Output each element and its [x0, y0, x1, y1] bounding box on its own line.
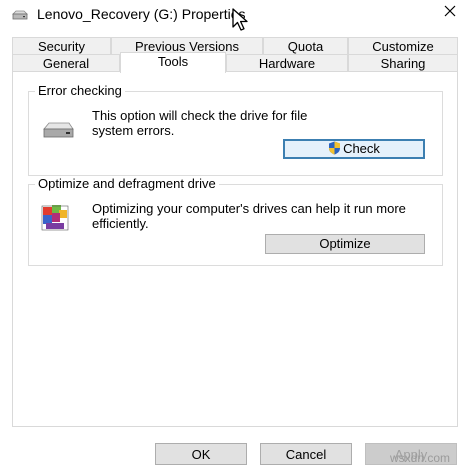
- tab-quota[interactable]: Quota: [263, 37, 348, 54]
- title-bar: Lenovo_Recovery (G:) Properties: [0, 0, 468, 30]
- drive-title-icon: [12, 8, 28, 20]
- tab-hardware[interactable]: Hardware: [226, 54, 348, 71]
- tab-security[interactable]: Security: [12, 37, 111, 54]
- error-checking-group: Error checking This option will check th…: [28, 83, 443, 176]
- tab-general[interactable]: General: [12, 54, 120, 71]
- close-button[interactable]: [434, 0, 466, 26]
- tools-panel: Error checking This option will check th…: [12, 71, 458, 427]
- cancel-button[interactable]: Cancel: [260, 443, 352, 465]
- tab-sharing[interactable]: Sharing: [348, 54, 458, 71]
- optimize-group: Optimize and defragment drive Optimizing…: [28, 176, 443, 266]
- watermark-text: wsxdn.com: [390, 451, 451, 465]
- error-checking-title: Error checking: [35, 83, 125, 99]
- close-icon: [444, 4, 456, 22]
- properties-window: Lenovo_Recovery (G:) Properties Security…: [0, 0, 468, 470]
- check-button[interactable]: Check: [283, 139, 425, 159]
- tab-customize[interactable]: Customize: [348, 37, 458, 54]
- window-title: Lenovo_Recovery (G:) Properties: [37, 6, 246, 22]
- drive-icon: [42, 121, 74, 139]
- tab-tools[interactable]: Tools: [120, 52, 226, 73]
- ok-button[interactable]: OK: [155, 443, 247, 465]
- shield-icon: [328, 141, 341, 159]
- optimize-button[interactable]: Optimize: [265, 234, 425, 254]
- error-checking-description: This option will check the drive for fil…: [92, 108, 308, 138]
- optimize-description: Optimizing your computer's drives can he…: [92, 201, 406, 231]
- defrag-icon: [40, 201, 70, 231]
- check-button-label: Check: [343, 141, 380, 156]
- optimize-title: Optimize and defragment drive: [35, 176, 219, 192]
